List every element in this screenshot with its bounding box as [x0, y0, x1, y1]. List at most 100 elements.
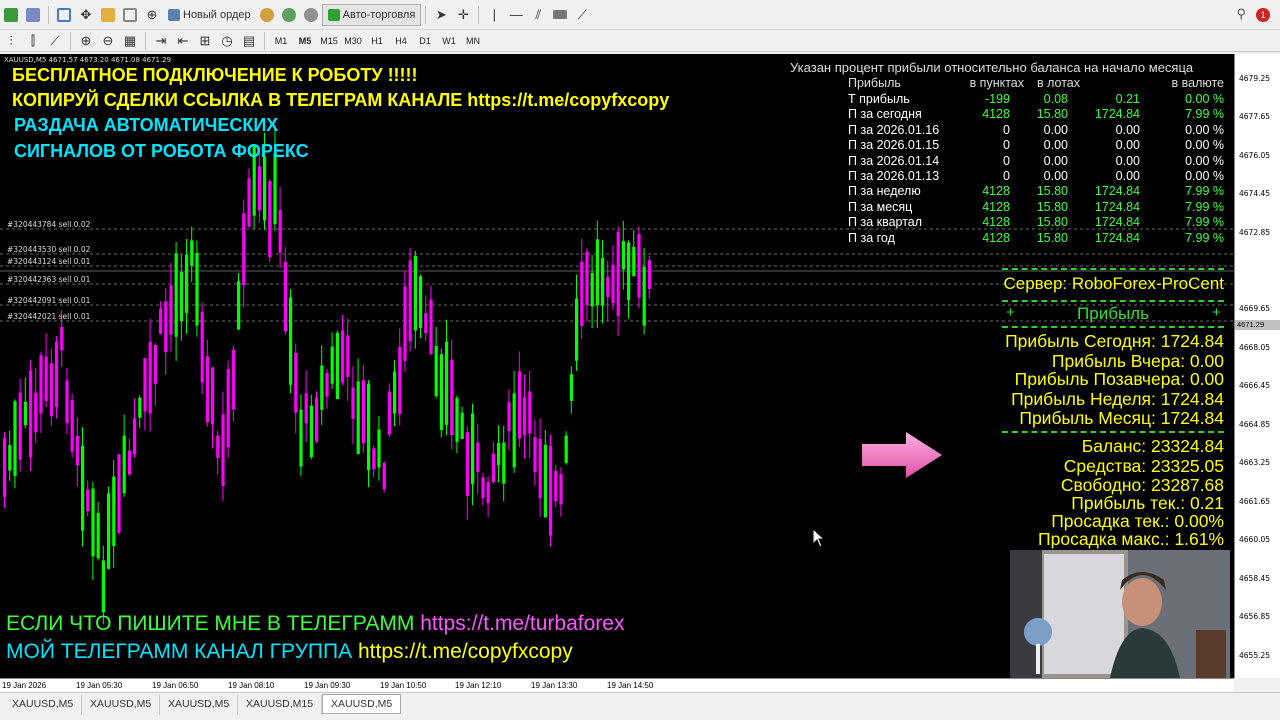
candle-body	[590, 272, 594, 307]
order-label[interactable]: #320442363 sell 0.01	[7, 275, 90, 284]
horizontal-line-icon[interactable]: —	[505, 4, 527, 26]
auto-trading-button[interactable]: Авто-торговля	[321, 3, 422, 26]
candlestick-icon[interactable]: ⫿	[22, 30, 44, 52]
timeframe-w1[interactable]: W1	[437, 36, 461, 46]
order-label[interactable]: #320443784 sell 0.02	[7, 220, 90, 229]
chart-tab[interactable]: XAUUSD,M15	[238, 695, 323, 715]
stats-row: П за год 4128 15.80 1724.84 7.99 %	[780, 231, 1226, 246]
profiles-icon[interactable]	[22, 4, 44, 26]
candle-body	[86, 489, 90, 512]
candle-body	[367, 383, 371, 471]
candle-body	[361, 380, 365, 444]
market-watch-icon[interactable]	[53, 4, 75, 26]
candle-body	[419, 276, 423, 329]
tester-icon[interactable]: ⊕	[141, 4, 163, 26]
bar-chart-icon[interactable]: ⫶	[0, 30, 22, 52]
stats-row-value: 1724.84	[1094, 215, 1140, 230]
stats-row-label: П за 2026.01.16	[848, 122, 940, 137]
candle-body	[195, 252, 199, 326]
metaeditor-icon[interactable]	[256, 4, 278, 26]
templates-icon[interactable]: ▤	[238, 30, 260, 52]
timeframe-m5[interactable]: M5	[293, 36, 317, 46]
chart-tab[interactable]: XAUUSD,M5	[82, 695, 161, 715]
candle-body	[185, 254, 189, 314]
time-label: 19 Jan 10:50	[380, 681, 427, 690]
line-chart-icon[interactable]: ⟋	[44, 30, 66, 52]
data-window-icon[interactable]: ✥	[75, 4, 97, 26]
timeframe-h4[interactable]: H4	[389, 36, 413, 46]
candle-body	[413, 255, 417, 331]
copyfxcopy-link[interactable]: https://t.me/copyfxcopy	[358, 640, 573, 663]
candle-body	[153, 344, 157, 384]
vertical-line-icon[interactable]: |	[483, 4, 505, 26]
candle-body	[247, 178, 251, 227]
stats-row-value: 1724.84	[1094, 107, 1140, 122]
trendline-icon[interactable]: ⟋	[571, 4, 593, 26]
crosshair-tool-icon[interactable]: ✛	[452, 4, 474, 26]
price-label: 4655.25	[1239, 651, 1271, 660]
stats-row-percent: 0.00 %	[1185, 92, 1224, 106]
new-chart-icon[interactable]	[0, 4, 22, 26]
candle-body	[216, 435, 220, 458]
candle-body	[627, 242, 631, 301]
signals-icon[interactable]	[278, 4, 300, 26]
candle-body	[190, 240, 194, 266]
time-label: 19 Jan 14:50	[607, 681, 654, 690]
candle-body	[112, 476, 116, 547]
periods-icon[interactable]: ◷	[216, 30, 238, 52]
timeframe-d1[interactable]: D1	[413, 36, 437, 46]
candle-body	[29, 370, 33, 458]
candle-body	[595, 239, 599, 306]
candle-body	[460, 412, 464, 440]
timeframe-m15[interactable]: M15	[317, 36, 341, 46]
order-label[interactable]: #320443124 sell 0.01	[7, 257, 90, 266]
chart-tab[interactable]: XAUUSD,M5	[322, 694, 402, 714]
candle-body	[231, 349, 235, 410]
chart-tab[interactable]: XAUUSD,M5	[160, 695, 239, 715]
auto-scroll-icon[interactable]: ⇥	[150, 30, 172, 52]
candle-body	[439, 354, 443, 431]
candle-body	[221, 414, 225, 487]
candle-body	[55, 341, 59, 408]
turbaforex-link[interactable]: https://t.me/turbaforex	[420, 612, 624, 635]
navigator-icon[interactable]	[97, 4, 119, 26]
stats-row-points: 0	[1003, 138, 1010, 153]
zoom-in-icon[interactable]: ⊕	[75, 30, 97, 52]
indicators-icon[interactable]: ⊞	[194, 30, 216, 52]
order-label[interactable]: #320442091 sell 0.01	[7, 296, 90, 305]
price-label: 4672.85	[1239, 228, 1271, 237]
candle-body	[39, 355, 43, 414]
order-label[interactable]: #320443530 sell 0.02	[7, 245, 90, 254]
stats-row-percent: 0.00 %	[1185, 138, 1224, 153]
order-label[interactable]: #320442021 sell 0.01	[7, 312, 90, 321]
tile-windows-icon[interactable]: ▦	[119, 30, 141, 52]
separator	[145, 31, 146, 50]
channel-icon[interactable]: ⫽	[527, 4, 549, 26]
timeframe-m30[interactable]: M30	[341, 36, 365, 46]
search-icon[interactable]: ⚲	[1236, 6, 1246, 22]
time-label: 19 Jan 06:50	[152, 681, 199, 690]
candle-body	[341, 330, 345, 383]
timeframe-mn[interactable]: MN	[461, 36, 485, 46]
stats-row: П за неделю 4128 15.80 1724.84 7.99 %	[780, 184, 1226, 199]
candle-body	[96, 512, 100, 559]
terminal-icon[interactable]	[119, 4, 141, 26]
candle-body	[637, 234, 641, 298]
cursor-tool-icon[interactable]: ➤	[430, 4, 452, 26]
market-icon[interactable]	[300, 4, 322, 26]
timeframe-m1[interactable]: M1	[269, 36, 293, 46]
zoom-out-icon[interactable]: ⊖	[97, 30, 119, 52]
profit-header: Прибыль	[1077, 304, 1149, 323]
chart-shift-icon[interactable]: ⇤	[172, 30, 194, 52]
price-label: 4664.85	[1239, 420, 1271, 429]
rectangle-icon[interactable]	[549, 4, 571, 26]
stats-row-label: П за квартал	[848, 215, 923, 230]
stats-row-label: П за неделю	[848, 184, 921, 199]
timeframe-h1[interactable]: H1	[365, 36, 389, 46]
candle-body	[226, 369, 230, 448]
stats-header-row: Прибыль в пунктах в лотах в валюте	[780, 76, 1226, 91]
time-label: 19 Jan 2026	[2, 681, 47, 690]
chart-tab[interactable]: XAUUSD,M5	[4, 695, 83, 715]
new-order-button[interactable]: Новый ордер	[163, 4, 256, 26]
notification-badge[interactable]: 1	[1256, 8, 1270, 22]
